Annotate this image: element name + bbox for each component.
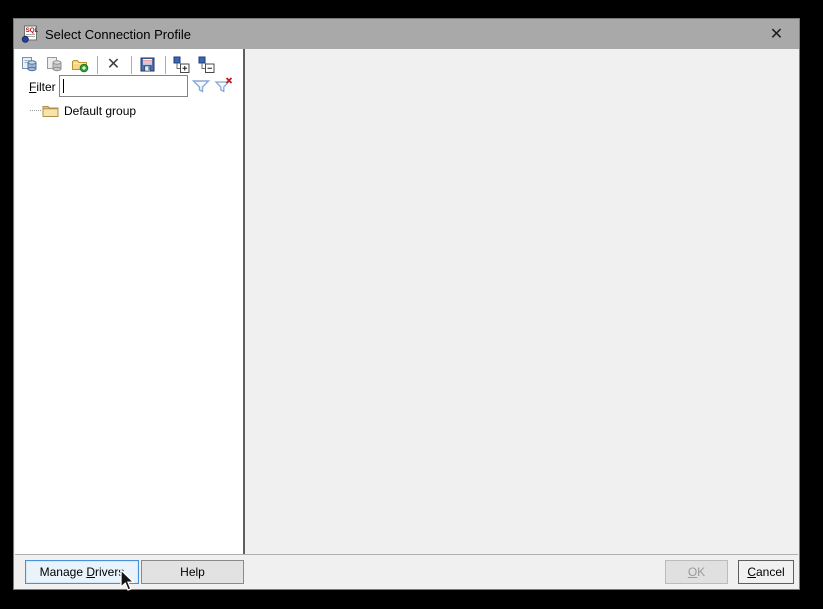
collapse-all-icon[interactable] xyxy=(197,55,216,74)
new-profile-icon[interactable] xyxy=(20,55,39,74)
copy-profile-icon[interactable] xyxy=(45,55,64,74)
filter-label: Filter xyxy=(29,80,56,94)
svg-text:SQL: SQL xyxy=(26,27,38,34)
filter-icon[interactable] xyxy=(191,78,211,94)
toolbar-separator xyxy=(165,56,166,74)
profile-group-tree: Default group xyxy=(15,102,243,119)
tree-item-label: Default group xyxy=(64,104,136,118)
delete-profile-icon[interactable]: ✕ xyxy=(104,55,123,74)
toolbar-separator xyxy=(97,56,98,74)
window-title: Select Connection Profile xyxy=(45,27,191,42)
folder-icon xyxy=(42,104,59,118)
profile-toolbar: ✕ xyxy=(15,49,243,75)
tree-connector xyxy=(30,110,41,111)
toolbar-separator xyxy=(131,56,132,74)
sql-workbench-icon: SQL xyxy=(21,25,38,43)
ok-button[interactable]: OK xyxy=(665,560,728,584)
help-button[interactable]: Help xyxy=(141,560,244,584)
save-profiles-icon[interactable] xyxy=(138,55,157,74)
filter-input[interactable] xyxy=(59,75,188,97)
close-icon[interactable]: ✕ xyxy=(754,19,799,49)
profile-detail-panel xyxy=(245,49,798,554)
new-group-icon[interactable] xyxy=(70,55,89,74)
text-caret xyxy=(63,79,64,93)
select-connection-profile-dialog: SQL Select Connection Profile ✕ xyxy=(13,18,800,590)
clear-filter-icon[interactable] xyxy=(214,76,234,94)
profile-tree-panel: ✕ xyxy=(15,49,243,554)
cancel-button[interactable]: Cancel xyxy=(738,560,794,584)
tree-item-default-group[interactable]: Default group xyxy=(15,102,243,119)
titlebar: SQL Select Connection Profile ✕ xyxy=(14,19,799,49)
mouse-cursor-icon xyxy=(120,569,137,594)
expand-all-icon[interactable] xyxy=(172,55,191,74)
